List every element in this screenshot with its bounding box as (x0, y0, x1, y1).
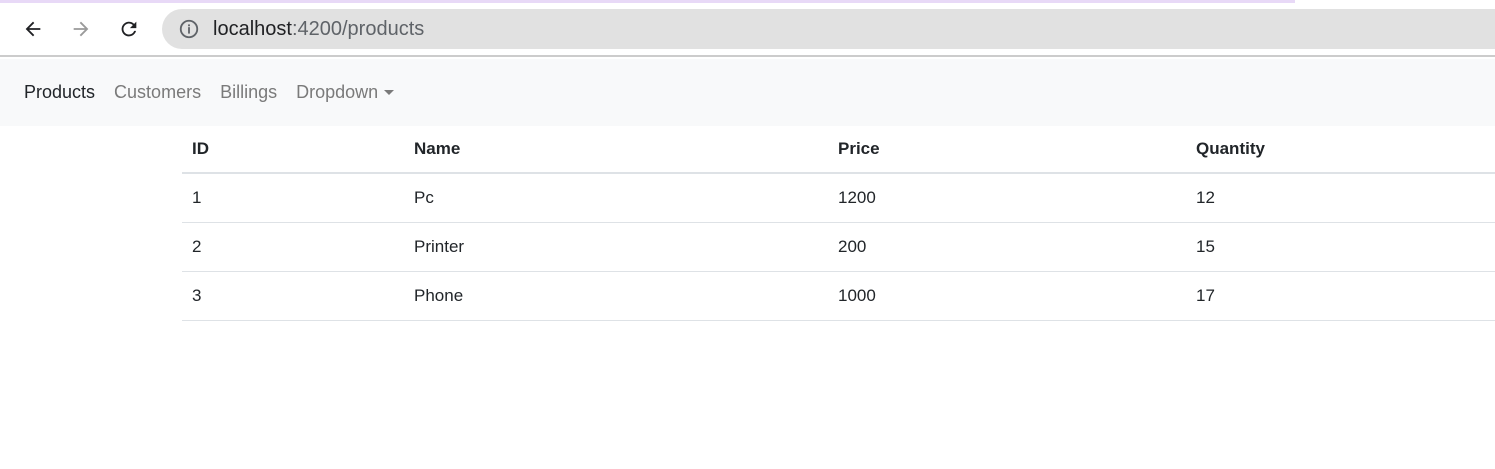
table-header-row: ID Name Price Quantity (182, 126, 1495, 174)
arrow-left-icon (25, 21, 41, 37)
table-row: 1 Pc 1200 12 (182, 173, 1495, 223)
header-id: ID (182, 126, 404, 174)
cell-price: 200 (828, 222, 1186, 272)
cell-price: 1000 (828, 271, 1186, 321)
products-table: ID Name Price Quantity 1 Pc 1200 12 2 Pr… (182, 126, 1495, 321)
table-row: 3 Phone 1000 17 (182, 271, 1495, 321)
app-navbar: Products Customers Billings Dropdown (0, 59, 1495, 126)
cell-quantity: 17 (1186, 271, 1495, 321)
table-row: 2 Printer 200 15 (182, 222, 1495, 272)
info-icon[interactable] (178, 18, 200, 40)
cell-price: 1200 (828, 173, 1186, 223)
arrow-right-icon (73, 21, 89, 37)
url-host: localhost (213, 17, 292, 40)
cell-id: 2 (182, 222, 404, 272)
back-button[interactable] (17, 13, 49, 45)
nav-dropdown[interactable]: Dropdown (296, 82, 395, 103)
reload-icon (121, 21, 137, 37)
browser-toolbar: localhost:4200/products (0, 3, 1495, 57)
caret-down-icon (384, 90, 395, 95)
url-text[interactable]: localhost:4200/products (213, 18, 424, 41)
url-path: :4200/products (291, 17, 425, 40)
cell-name: Phone (404, 271, 828, 321)
cell-quantity: 12 (1186, 173, 1495, 223)
cell-quantity: 15 (1186, 222, 1495, 272)
header-price: Price (828, 126, 1186, 174)
cell-name: Pc (404, 173, 828, 223)
nav-link-billings[interactable]: Billings (220, 82, 277, 103)
nav-link-products[interactable]: Products (24, 82, 95, 103)
forward-button[interactable] (65, 13, 97, 45)
cell-id: 3 (182, 271, 404, 321)
nav-link-customers[interactable]: Customers (114, 82, 201, 103)
nav-dropdown-label: Dropdown (296, 82, 379, 102)
reload-button[interactable] (113, 13, 145, 45)
cell-name: Printer (404, 222, 828, 272)
address-bar[interactable]: localhost:4200/products (162, 9, 1495, 49)
header-name: Name (404, 126, 828, 174)
header-quantity: Quantity (1186, 126, 1495, 174)
cell-id: 1 (182, 173, 404, 223)
